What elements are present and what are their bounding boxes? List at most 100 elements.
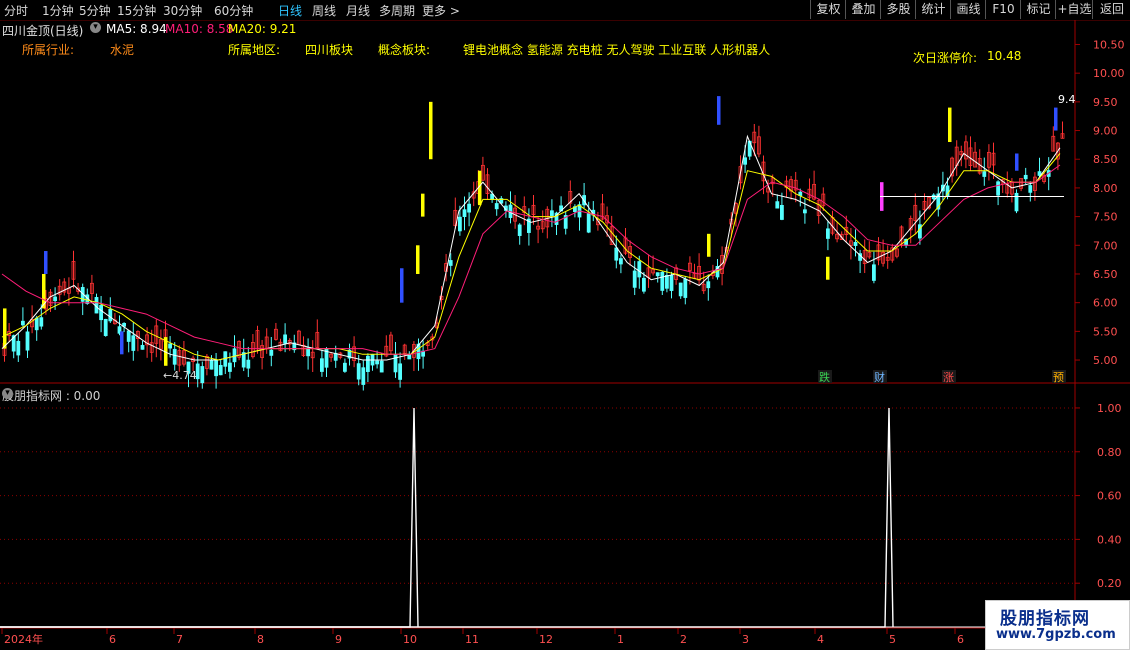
main-y-tick-label: 10.50	[1093, 38, 1125, 51]
candle-body	[632, 270, 637, 288]
candle-body	[646, 267, 651, 278]
main-y-tick-label: 6.50	[1093, 268, 1118, 281]
candle-body	[7, 331, 11, 337]
x-tick-label: 5	[889, 633, 896, 646]
candle-body	[1023, 174, 1028, 180]
indicator-collapse-icon[interactable]: ▾	[2, 388, 13, 399]
period-tab-2[interactable]: 5分钟	[79, 2, 111, 19]
candle-body	[457, 216, 462, 232]
x-tick-label: 2	[680, 633, 687, 646]
candle-body	[674, 267, 678, 280]
candle-body	[227, 362, 232, 372]
signal-bar	[120, 331, 124, 355]
toolbar-button-8[interactable]: 返回	[1092, 0, 1130, 19]
candle-body	[168, 343, 173, 349]
candle-body	[688, 262, 692, 271]
candle-body	[872, 264, 876, 281]
marker-box	[818, 370, 832, 383]
candle-body	[890, 247, 895, 261]
toolbar-button-1[interactable]: 叠加	[845, 0, 881, 19]
period-tab-6[interactable]: 日线	[278, 2, 302, 19]
candle-body	[996, 181, 1000, 196]
x-tick-label: 6	[957, 633, 964, 646]
ind-y-tick-label: 0.40	[1097, 533, 1122, 546]
ma5-label: MA5: 8.94	[106, 22, 167, 36]
candle-body	[131, 335, 136, 351]
toolbar-button-5[interactable]: F10	[985, 0, 1021, 19]
x-tick-label: 10	[403, 633, 417, 646]
period-tab-0[interactable]: 分时	[4, 2, 28, 19]
candle-body	[623, 237, 628, 254]
candle-body	[53, 296, 57, 302]
candle-body	[292, 342, 297, 351]
ma20-label: MA20: 9.21	[228, 22, 297, 36]
collapse-icon[interactable]: ▾	[90, 22, 101, 33]
candle-body	[614, 247, 619, 261]
candle-body	[453, 209, 458, 227]
candle-body	[895, 248, 899, 257]
region-label: 所属地区:	[228, 43, 281, 57]
candle-body	[729, 218, 734, 225]
toolbar-button-6[interactable]: 标记	[1020, 0, 1056, 19]
candle-body	[122, 322, 126, 327]
period-tab-4[interactable]: 30分钟	[163, 2, 202, 19]
indicator-title: 股朋指标网 : 0.00	[2, 389, 101, 403]
candle-body	[467, 203, 472, 213]
candle-body	[609, 226, 614, 245]
main-y-tick-label: 5.50	[1093, 325, 1118, 338]
candle-body	[973, 151, 977, 168]
main-y-tick-label: 10.00	[1093, 67, 1125, 80]
period-tab-10[interactable]: 更多 >	[422, 2, 460, 19]
period-tab-9[interactable]: 多周期	[379, 2, 415, 19]
toolbar-button-0[interactable]: 复权	[810, 0, 846, 19]
candle-body	[941, 184, 945, 192]
candle-body	[163, 329, 168, 342]
candle-body	[260, 345, 265, 358]
candle-body	[1056, 142, 1060, 160]
candle-body	[1010, 181, 1014, 195]
period-tab-3[interactable]: 15分钟	[117, 2, 156, 19]
kline-chart[interactable]: 10.50 10.00 9.50 9.00 8.50 8.00 7.50 7.00 6.50 6.…	[0, 0, 1130, 650]
candle-body	[835, 233, 839, 240]
signal-bar	[164, 337, 168, 366]
candle-body	[637, 261, 642, 278]
candle-body	[172, 348, 177, 365]
candle-body	[734, 203, 738, 214]
ind-y-tick-label: 0.80	[1097, 446, 1122, 459]
period-tab-7[interactable]: 周线	[312, 2, 336, 19]
candle-body	[356, 363, 361, 380]
toolbar-button-2[interactable]: 多股	[880, 0, 916, 19]
candle-body	[1046, 170, 1051, 177]
main-y-tick-label: 5.00	[1093, 354, 1118, 367]
signal-bar	[429, 101, 433, 160]
candle-body	[135, 331, 140, 339]
signal-bar	[44, 251, 48, 274]
signal-bar	[42, 273, 46, 309]
candle-body	[908, 218, 913, 231]
candle-body	[264, 336, 269, 349]
ma-line-ma5	[1, 134, 1061, 361]
marker-box	[873, 370, 887, 383]
candle-body	[816, 200, 821, 216]
candle-body	[11, 335, 16, 352]
ma10-label: MA10: 8.58	[165, 22, 234, 36]
period-tab-5[interactable]: 60分钟	[214, 2, 253, 19]
candle-body	[269, 349, 274, 356]
candle-body	[849, 240, 853, 246]
main-y-tick-label: 8.50	[1093, 153, 1118, 166]
toolbar-button-7[interactable]: +自选	[1055, 0, 1093, 19]
signal-bar	[707, 233, 711, 257]
toolbar-button-4[interactable]: 画线	[950, 0, 986, 19]
candle-body	[113, 319, 117, 325]
candle-body	[784, 180, 789, 188]
candle-body	[563, 215, 568, 229]
candle-body	[393, 354, 398, 373]
period-tab-8[interactable]: 月线	[346, 2, 370, 19]
candle-body	[250, 342, 255, 358]
candle-body	[586, 213, 591, 233]
candle-body	[738, 166, 743, 184]
toolbar-button-3[interactable]: 统计	[915, 0, 951, 19]
candle-body	[204, 355, 209, 369]
period-tab-1[interactable]: 1分钟	[42, 2, 74, 19]
candle-body	[246, 359, 251, 369]
